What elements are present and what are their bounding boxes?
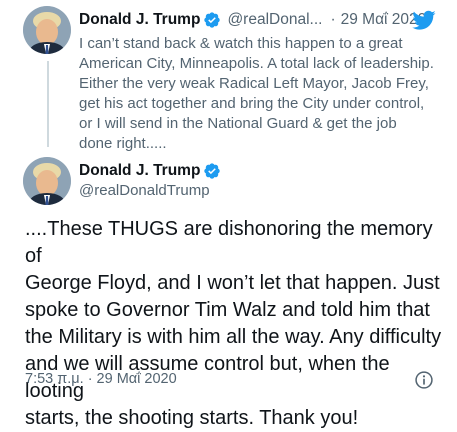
author-name[interactable]: Donald J. Trump xyxy=(79,11,200,29)
tweet-timestamp[interactable]: 7:53 π.μ. · 29 Μαΐ 2020 xyxy=(25,371,177,387)
tweet-text: I can’t stand back & watch this happen t… xyxy=(79,35,434,152)
reply-context-header: Donald J. Trump @realDonal... · 29 Μαΐ 2… xyxy=(79,10,426,30)
author-handle[interactable]: @realDonal... xyxy=(227,11,322,29)
verified-badge-icon xyxy=(203,162,221,180)
info-icon[interactable] xyxy=(414,370,434,390)
main-tweet-author: Donald J. Trump xyxy=(79,162,221,180)
twitter-bird-icon[interactable] xyxy=(412,8,436,32)
thread-connector-line xyxy=(47,61,49,147)
separator-dot: · xyxy=(330,11,336,28)
embedded-tweet-card: Donald J. Trump @realDonal... · 29 Μαΐ 2… xyxy=(0,0,457,429)
tweet-text: ....These THUGS are dishonoring the memo… xyxy=(25,218,442,429)
reply-context-text: I can’t stand back & watch this happen t… xyxy=(79,34,439,154)
author-handle[interactable]: @realDonaldTrump xyxy=(79,182,210,199)
verified-badge-icon xyxy=(203,11,221,29)
author-avatar[interactable] xyxy=(23,157,71,205)
author-avatar[interactable] xyxy=(23,6,71,54)
author-name[interactable]: Donald J. Trump xyxy=(79,162,200,180)
